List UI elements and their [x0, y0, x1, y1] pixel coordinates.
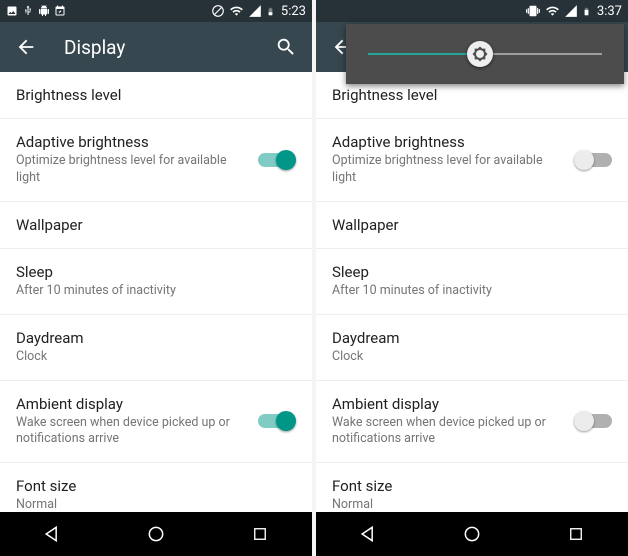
back-button[interactable]	[12, 33, 40, 61]
status-right: 5:23	[211, 4, 306, 19]
battery-icon	[582, 4, 591, 19]
brightness-slider-thumb[interactable]	[467, 41, 493, 67]
row-title: Brightness level	[16, 86, 296, 104]
phone-left: 5:23 Display Brightness level Adaptive b…	[0, 0, 312, 556]
brightness-slider-overlay	[346, 24, 624, 84]
nav-recent-button[interactable]	[240, 514, 280, 554]
row-sleep[interactable]: Sleep After 10 minutes of inactivity	[0, 249, 312, 315]
search-button[interactable]	[272, 33, 300, 61]
usb-icon	[22, 5, 34, 17]
row-subtitle: Wake screen when device picked up or not…	[16, 415, 248, 449]
app-bar: Display	[0, 22, 312, 72]
do-not-disturb-icon	[211, 4, 225, 18]
row-title: Brightness level	[332, 86, 612, 104]
row-font-size[interactable]: Font size Normal	[0, 463, 312, 512]
status-bar: 3:37	[316, 0, 628, 22]
ambient-display-switch[interactable]	[574, 411, 612, 431]
row-title: Daydream	[16, 329, 296, 347]
row-title: Ambient display	[332, 395, 564, 413]
row-sleep[interactable]: Sleep After 10 minutes of inactivity	[316, 249, 628, 315]
row-wallpaper[interactable]: Wallpaper	[316, 202, 628, 249]
row-title: Adaptive brightness	[16, 133, 248, 151]
settings-list: Brightness level Adaptive brightness Opt…	[316, 72, 628, 512]
signal-icon	[564, 4, 578, 18]
vibrate-icon	[525, 4, 541, 18]
row-title: Font size	[332, 477, 612, 495]
row-title: Sleep	[332, 263, 612, 281]
ambient-display-switch[interactable]	[258, 411, 296, 431]
signal-icon	[248, 4, 262, 18]
row-font-size[interactable]: Font size Normal	[316, 463, 628, 512]
nav-bar	[316, 512, 628, 556]
wifi-icon	[229, 4, 244, 18]
row-title: Ambient display	[16, 395, 248, 413]
phone-right: 3:37 Display Brightness level Adaptive b…	[316, 0, 628, 556]
row-daydream[interactable]: Daydream Clock	[0, 315, 312, 381]
status-clock: 5:23	[281, 4, 306, 19]
row-title: Daydream	[332, 329, 612, 347]
row-subtitle: Optimize brightness level for available …	[332, 153, 564, 187]
row-ambient-display[interactable]: Ambient display Wake screen when device …	[316, 381, 628, 464]
row-title: Wallpaper	[16, 216, 296, 234]
status-left	[6, 5, 66, 17]
calendar-icon	[54, 5, 66, 17]
page-title: Display	[64, 36, 125, 59]
row-subtitle: Optimize brightness level for available …	[16, 153, 248, 187]
brightness-slider-fill	[368, 53, 480, 55]
nav-back-button[interactable]	[348, 514, 388, 554]
adaptive-brightness-switch[interactable]	[574, 150, 612, 170]
brightness-slider[interactable]	[368, 53, 602, 55]
row-adaptive-brightness[interactable]: Adaptive brightness Optimize brightness …	[316, 119, 628, 202]
row-subtitle: Clock	[16, 349, 296, 366]
row-subtitle: Normal	[16, 497, 296, 512]
row-subtitle: Wake screen when device picked up or not…	[332, 415, 564, 449]
row-ambient-display[interactable]: Ambient display Wake screen when device …	[0, 381, 312, 464]
nav-home-button[interactable]	[136, 514, 176, 554]
status-right: 3:37	[525, 4, 622, 19]
nav-back-button[interactable]	[32, 514, 72, 554]
row-subtitle: After 10 minutes of inactivity	[16, 283, 296, 300]
nav-recent-button[interactable]	[556, 514, 596, 554]
status-bar: 5:23	[0, 0, 312, 22]
row-subtitle: After 10 minutes of inactivity	[332, 283, 612, 300]
row-title: Adaptive brightness	[332, 133, 564, 151]
row-daydream[interactable]: Daydream Clock	[316, 315, 628, 381]
status-clock: 3:37	[597, 4, 622, 19]
row-wallpaper[interactable]: Wallpaper	[0, 202, 312, 249]
wifi-icon	[545, 4, 560, 18]
nav-bar	[0, 512, 312, 556]
adaptive-brightness-switch[interactable]	[258, 150, 296, 170]
row-title: Wallpaper	[332, 216, 612, 234]
settings-list: Brightness level Adaptive brightness Opt…	[0, 72, 312, 512]
row-title: Font size	[16, 477, 296, 495]
picture-icon	[6, 5, 18, 17]
nav-home-button[interactable]	[452, 514, 492, 554]
row-adaptive-brightness[interactable]: Adaptive brightness Optimize brightness …	[0, 119, 312, 202]
row-subtitle: Normal	[332, 497, 612, 512]
row-title: Sleep	[16, 263, 296, 281]
battery-icon	[266, 4, 275, 19]
android-icon	[38, 5, 50, 17]
row-subtitle: Clock	[332, 349, 612, 366]
row-brightness-level[interactable]: Brightness level	[0, 72, 312, 119]
